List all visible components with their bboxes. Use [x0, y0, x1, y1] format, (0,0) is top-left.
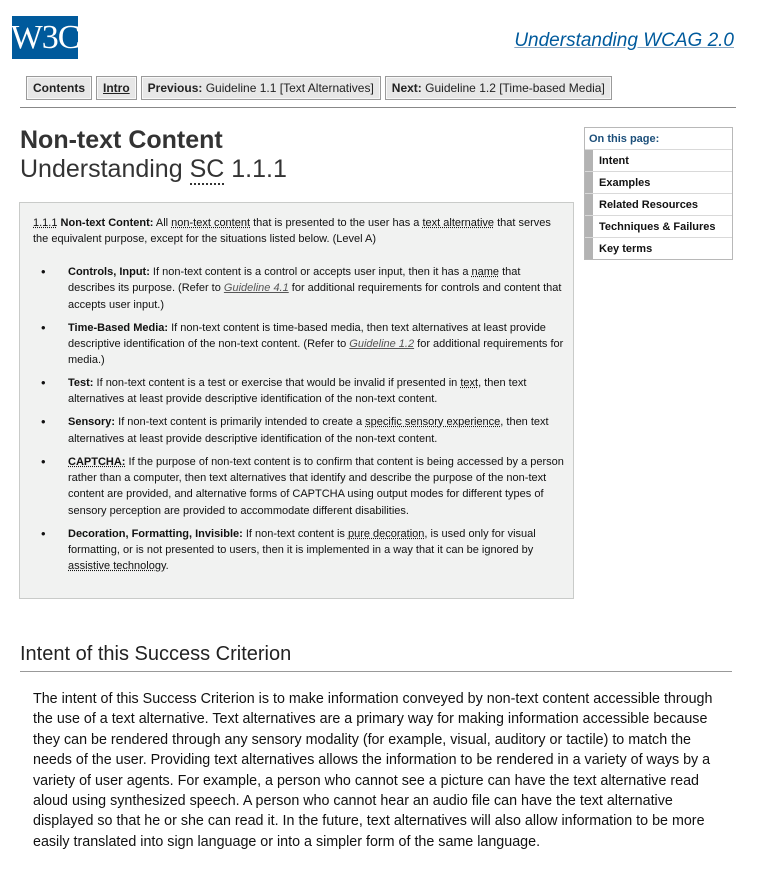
list-item: • Time-Based Media: If non-text content i…	[20, 320, 568, 369]
term-link-name[interactable]: name	[472, 266, 500, 278]
on-this-page-box: On this page: Intent Examples Related Re…	[584, 127, 733, 260]
term-link-specific-sensory-experience[interactable]: specific sensory experience	[365, 416, 500, 428]
next-label: Next:	[391, 81, 422, 95]
intent-paragraph: The intent of this Success Criterion is …	[33, 691, 713, 850]
list-item: • Sensory: If non-text content is primari…	[20, 414, 568, 447]
term-link-assistive-technology[interactable]: assistive technology	[68, 560, 166, 572]
term-link-pure-decoration[interactable]: pure decoration	[348, 528, 424, 540]
item-term: Controls, Input:	[68, 266, 150, 278]
next-target: Guideline 1.2 [Time-based Media]	[425, 81, 605, 95]
success-criterion-box: 1.1.1 Non-text Content: All non-text con…	[19, 202, 574, 599]
intro-label: Intro	[103, 81, 130, 95]
term-link-non-text-content[interactable]: non-text content	[171, 217, 250, 229]
item-text: If the purpose of non-text content is to…	[68, 455, 564, 517]
sc-abbreviation[interactable]: SC	[189, 155, 225, 185]
document-title-link[interactable]: Understanding WCAG 2.0	[514, 30, 734, 52]
w3c-logo[interactable]: W3C	[11, 16, 80, 59]
previous-button[interactable]: Previous: Guideline 1.1 [Text Alternativ…	[140, 76, 381, 100]
list-item: • Decoration, Formatting, Invisible: If n…	[20, 526, 568, 575]
guideline-4-1-link[interactable]: Guideline 4.1	[224, 282, 289, 294]
header-divider	[20, 107, 736, 108]
intent-heading: Intent of this Success Criterion	[20, 643, 292, 665]
intro-button[interactable]: Intro	[96, 76, 137, 100]
contents-label: Contents	[33, 81, 85, 95]
term-link-text[interactable]: text	[460, 377, 478, 389]
previous-label: Previous:	[147, 81, 203, 95]
toc-link-related-resources[interactable]: Related Resources	[585, 194, 732, 216]
intent-divider	[20, 671, 732, 672]
item-term: Sensory:	[68, 416, 116, 429]
navigation-bar: Contents Intro Previous: Guideline 1.1 […	[26, 76, 612, 100]
criterion-text: that is presented to the user has a	[250, 217, 423, 229]
item-term: Test:	[68, 377, 94, 390]
criterion-statement: 1.1.1 Non-text Content: All non-text con…	[33, 215, 563, 248]
item-text: If non-text content is a control or acce…	[149, 266, 472, 278]
item-text: .	[165, 560, 169, 573]
captcha-term-link[interactable]: CAPTCHA:	[68, 456, 125, 468]
list-item: • CAPTCHA: If the purpose of non-text con…	[20, 454, 568, 519]
previous-target: Guideline 1.1 [Text Alternatives]	[205, 81, 374, 95]
toc-link-intent[interactable]: Intent	[585, 150, 732, 172]
bullet: •	[41, 319, 46, 335]
criterion-exceptions-list: • Controls, Input: If non-text content is…	[20, 264, 568, 581]
bullet: •	[41, 453, 46, 469]
item-text: If non-text content is a test or exercis…	[93, 377, 461, 390]
bullet: •	[41, 525, 46, 541]
guideline-1-2-link[interactable]: Guideline 1.2	[349, 338, 414, 350]
toc-heading: On this page:	[585, 128, 732, 150]
criterion-name: Non-text Content:	[60, 217, 154, 229]
criterion-number-link[interactable]: 1.1.1	[33, 217, 57, 229]
criterion-text: All	[153, 217, 172, 229]
toc-link-examples[interactable]: Examples	[585, 172, 732, 194]
term-link-text-alternative[interactable]: text alternative	[422, 217, 494, 229]
list-item: • Controls, Input: If non-text content is…	[20, 264, 568, 313]
toc-link-key-terms[interactable]: Key terms	[585, 238, 732, 259]
next-button[interactable]: Next: Guideline 1.2 [Time-based Media]	[384, 76, 612, 100]
bullet: •	[41, 375, 46, 391]
bullet: •	[41, 414, 46, 430]
list-item: • Test: If non-text content is a test or …	[20, 375, 568, 408]
subtitle-prefix: Understanding	[20, 155, 183, 183]
item-text: If non-text content is primarily intende…	[115, 416, 366, 429]
bullet: •	[41, 264, 46, 279]
page-subtitle: Understanding SC 1.1.1	[20, 155, 287, 185]
contents-button[interactable]: Contents	[26, 76, 92, 100]
subtitle-number: 1.1.1	[231, 155, 287, 183]
item-term: Decoration, Formatting, Invisible:	[68, 527, 243, 540]
page-title: Non-text Content	[20, 126, 223, 154]
item-text: If non-text content is	[242, 527, 348, 540]
item-term: Time-Based Media:	[68, 321, 169, 334]
toc-link-techniques-failures[interactable]: Techniques & Failures	[585, 216, 732, 238]
